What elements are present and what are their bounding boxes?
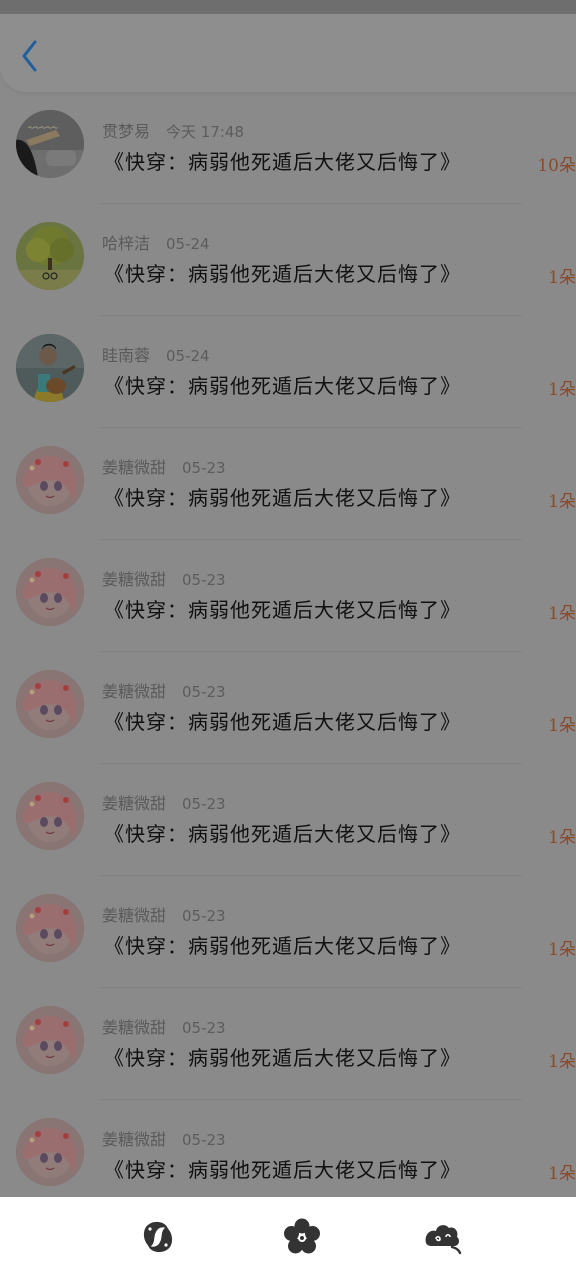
plum-blossom-icon [284,1218,320,1254]
tab-koi[interactable] [138,1217,178,1257]
flower-count: 1朵 [548,1052,576,1072]
item-meta: 姜糖微甜 05-23 [102,790,226,814]
timestamp: 今天 17:48 [166,123,245,141]
chevron-left-icon [22,40,37,72]
list-item[interactable]: 姜糖微甜 05-23 《快穿：病弱他死遁后大佬又后悔了》 1朵 [0,876,576,988]
flower-count: 1朵 [548,1164,576,1184]
user-name: 姜糖微甜 [102,682,167,701]
flower-count: 1朵 [548,492,576,512]
item-meta: 姜糖微甜 05-23 [102,1126,226,1150]
book-title: 《快穿：病弱他死遁后大佬又后悔了》 [104,150,461,174]
flower-count: 1朵 [548,380,576,400]
auspicious-cloud-icon [425,1225,462,1255]
back-button[interactable] [14,36,46,76]
top-bar [0,14,576,92]
book-title: 《快穿：病弱他死遁后大佬又后悔了》 [104,1158,461,1182]
item-meta: 贯梦易 今天 17:48 [102,118,244,142]
item-meta: 哈梓洁 05-24 [102,230,210,254]
avatar[interactable] [16,222,84,290]
item-meta: 姜糖微甜 05-23 [102,1014,226,1038]
user-name: 姜糖微甜 [102,794,167,813]
user-name: 姜糖微甜 [102,570,167,589]
book-title: 《快穿：病弱他死遁后大佬又后悔了》 [104,374,461,398]
user-name: 姜糖微甜 [102,1018,167,1037]
item-meta: 姜糖微甜 05-23 [102,678,226,702]
user-name: 贯梦易 [102,122,151,141]
list-item[interactable]: 眭南蓉 05-24 《快穿：病弱他死遁后大佬又后悔了》 1朵 [0,316,576,428]
timestamp: 05-24 [166,235,210,253]
book-title: 《快穿：病弱他死遁后大佬又后悔了》 [104,822,461,846]
book-title: 《快穿：病弱他死遁后大佬又后悔了》 [104,262,461,286]
book-title: 《快穿：病弱他死遁后大佬又后悔了》 [104,598,461,622]
avatar[interactable] [16,334,84,402]
svg-text:～～～～～: ～～～～～ [28,125,58,132]
timestamp: 05-23 [182,683,226,701]
avatar[interactable]: ～～～～～ [16,110,84,178]
flower-count: 1朵 [548,268,576,288]
timestamp: 05-23 [182,907,226,925]
user-name: 姜糖微甜 [102,1130,167,1149]
timestamp: 05-23 [182,1019,226,1037]
book-title: 《快穿：病弱他死遁后大佬又后悔了》 [104,486,461,510]
list-item[interactable]: 姜糖微甜 05-23 《快穿：病弱他死遁后大佬又后悔了》 1朵 [0,428,576,540]
book-title: 《快穿：病弱他死遁后大佬又后悔了》 [104,934,461,958]
avatar[interactable] [16,894,84,962]
item-meta: 姜糖微甜 05-23 [102,566,226,590]
user-name: 眭南蓉 [102,346,151,365]
timestamp: 05-23 [182,571,226,589]
avatar[interactable] [16,1006,84,1074]
user-name: 姜糖微甜 [102,458,167,477]
list-item[interactable]: 哈梓洁 05-24 《快穿：病弱他死遁后大佬又后悔了》 1朵 [0,204,576,316]
book-title: 《快穿：病弱他死遁后大佬又后悔了》 [104,1046,461,1070]
item-meta: 眭南蓉 05-24 [102,342,210,366]
user-name: 姜糖微甜 [102,906,167,925]
flower-count: 10朵 [537,156,576,176]
item-meta: 姜糖微甜 05-23 [102,454,226,478]
list-item[interactable]: 姜糖微甜 05-23 《快穿：病弱他死遁后大佬又后悔了》 1朵 [0,652,576,764]
flower-count: 1朵 [548,940,576,960]
koi-fish-icon [143,1221,173,1253]
avatar[interactable] [16,558,84,626]
avatar[interactable] [16,1118,84,1186]
tab-blossom[interactable] [282,1217,322,1257]
avatar[interactable] [16,782,84,850]
item-meta: 姜糖微甜 05-23 [102,902,226,926]
avatar[interactable] [16,670,84,738]
list-item[interactable]: ～～～～～ 贯梦易 今天 17:48 《快穿：病弱他死遁后大佬又后悔了》 10朵 [0,92,576,204]
list-item[interactable]: 姜糖微甜 05-23 《快穿：病弱他死遁后大佬又后悔了》 1朵 [0,540,576,652]
timestamp: 05-23 [182,459,226,477]
tab-cloud[interactable] [422,1217,462,1257]
list-item[interactable]: 姜糖微甜 05-23 《快穿：病弱他死遁后大佬又后悔了》 1朵 [0,1100,576,1212]
user-name: 哈梓洁 [102,234,151,253]
flower-record-list: ～～～～～ 贯梦易 今天 17:48 《快穿：病弱他死遁后大佬又后悔了》 10朵哈梓洁 0… [0,92,576,1212]
book-title: 《快穿：病弱他死遁后大佬又后悔了》 [104,710,461,734]
avatar[interactable] [16,446,84,514]
bottom-tab-bar [0,1197,576,1280]
list-item[interactable]: 姜糖微甜 05-23 《快穿：病弱他死遁后大佬又后悔了》 1朵 [0,764,576,876]
flower-count: 1朵 [548,604,576,624]
timestamp: 05-23 [182,795,226,813]
timestamp: 05-23 [182,1131,226,1149]
status-bar [0,0,576,14]
flower-count: 1朵 [548,828,576,848]
list-item[interactable]: 姜糖微甜 05-23 《快穿：病弱他死遁后大佬又后悔了》 1朵 [0,988,576,1100]
flower-count: 1朵 [548,716,576,736]
timestamp: 05-24 [166,347,210,365]
